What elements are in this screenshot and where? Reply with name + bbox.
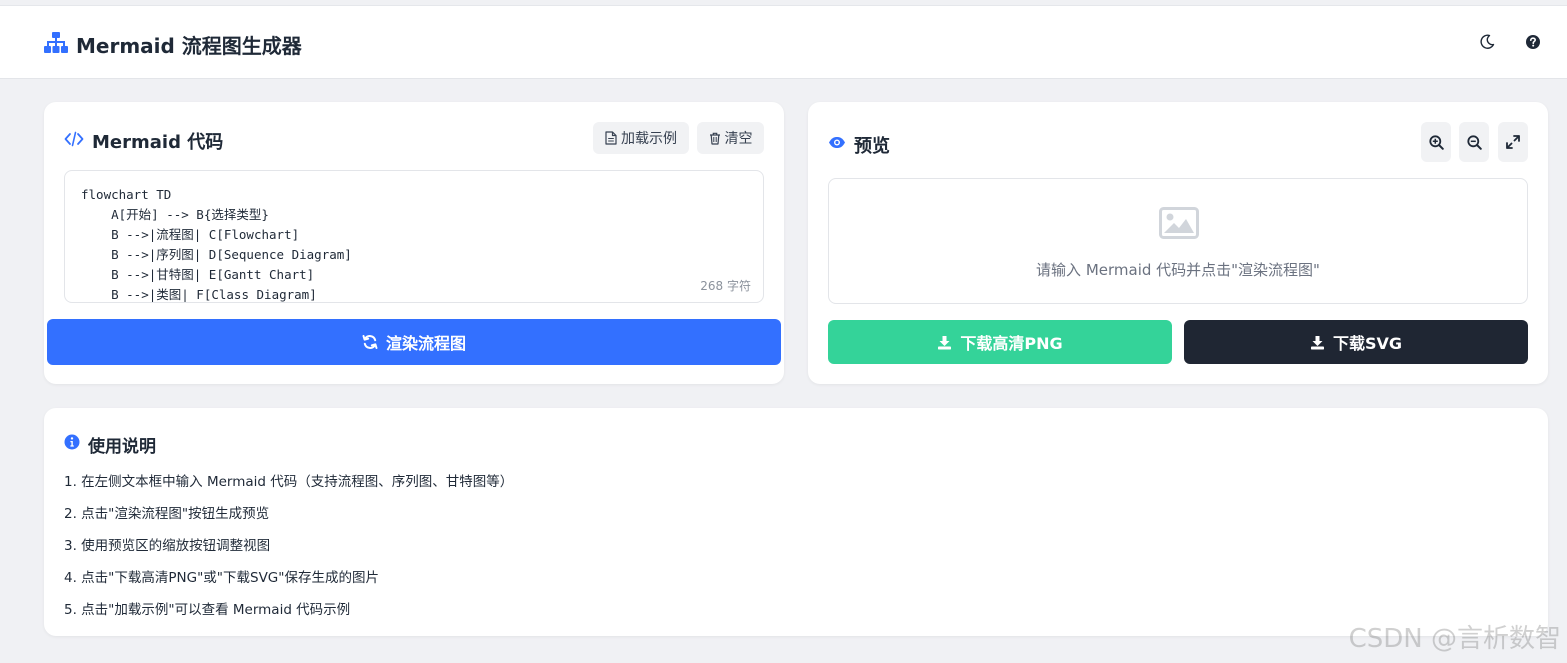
trash-icon: [709, 132, 720, 145]
zoom-in-button[interactable]: [1421, 122, 1451, 162]
zoom-in-icon: [1428, 134, 1444, 150]
instruction-item: 4. 点击"下载高清PNG"或"下载SVG"保存生成的图片: [64, 570, 379, 586]
instruction-item: 1. 在左侧文本框中输入 Mermaid 代码（支持流程图、序列图、甘特图等）: [64, 474, 514, 490]
download-svg-label: 下载SVG: [1332, 334, 1403, 353]
preview-area: 请输入 Mermaid 代码并点击"渲染流程图": [828, 178, 1528, 304]
code-panel-title: Mermaid 代码: [92, 132, 224, 153]
moon-icon: [1480, 34, 1495, 49]
refresh-icon: [362, 335, 378, 349]
download-svg-button[interactable]: 下载SVG: [1184, 320, 1528, 364]
file-icon: [605, 131, 617, 145]
clear-label: 清空: [724, 131, 753, 147]
preview-title: 预览: [854, 136, 890, 157]
expand-icon: [1506, 135, 1520, 149]
image-placeholder-icon: [1159, 207, 1199, 239]
clear-button[interactable]: 清空: [697, 122, 764, 154]
code-editor[interactable]: flowchart TD A[开始] --> B{选择类型} B -->|流程图…: [64, 170, 764, 303]
help-button[interactable]: [1523, 32, 1543, 52]
code-icon: [64, 131, 84, 147]
code-panel: Mermaid 代码 加载示例 清空 flowchart TD A[开始] --…: [44, 102, 784, 384]
zoom-out-button[interactable]: [1459, 122, 1489, 162]
sitemap-icon: [44, 32, 68, 53]
instructions-title: 使用说明: [88, 437, 156, 457]
code-text[interactable]: flowchart TD A[开始] --> B{选择类型} B -->|流程图…: [81, 185, 352, 302]
download-png-button[interactable]: 下载高清PNG: [828, 320, 1172, 364]
download-icon: [938, 335, 952, 349]
fullscreen-button[interactable]: [1498, 122, 1528, 162]
instruction-item: 2. 点击"渲染流程图"按钮生成预览: [64, 506, 270, 522]
watermark: CSDN @言析数智: [1348, 624, 1561, 654]
instruction-item: 5. 点击"加载示例"可以查看 Mermaid 代码示例: [64, 602, 351, 618]
theme-toggle-button[interactable]: [1477, 32, 1497, 52]
question-circle-icon: [1526, 35, 1540, 49]
download-icon: [1310, 335, 1324, 349]
instructions-panel: 使用说明 1. 在左侧文本框中输入 Mermaid 代码（支持流程图、序列图、甘…: [44, 408, 1548, 636]
download-png-label: 下载高清PNG: [960, 334, 1063, 353]
eye-icon: [829, 137, 845, 148]
load-example-button[interactable]: 加载示例: [593, 122, 689, 154]
render-button[interactable]: 渲染流程图: [47, 319, 781, 365]
app-header: Mermaid 流程图生成器: [0, 6, 1567, 79]
info-circle-icon: [64, 434, 80, 450]
preview-panel: 预览 请输入 Mermaid 代码并点击"渲染流程图" 下载高清PNG 下载SV…: [808, 102, 1548, 384]
preview-placeholder-text: 请输入 Mermaid 代码并点击"渲染流程图": [1036, 261, 1320, 279]
render-label: 渲染流程图: [385, 334, 466, 353]
instruction-item: 3. 使用预览区的缩放按钮调整视图: [64, 538, 271, 554]
char-count: 268 字符: [700, 277, 751, 294]
zoom-out-icon: [1466, 134, 1482, 150]
load-example-label: 加载示例: [621, 131, 677, 147]
app-title: Mermaid 流程图生成器: [76, 34, 302, 58]
